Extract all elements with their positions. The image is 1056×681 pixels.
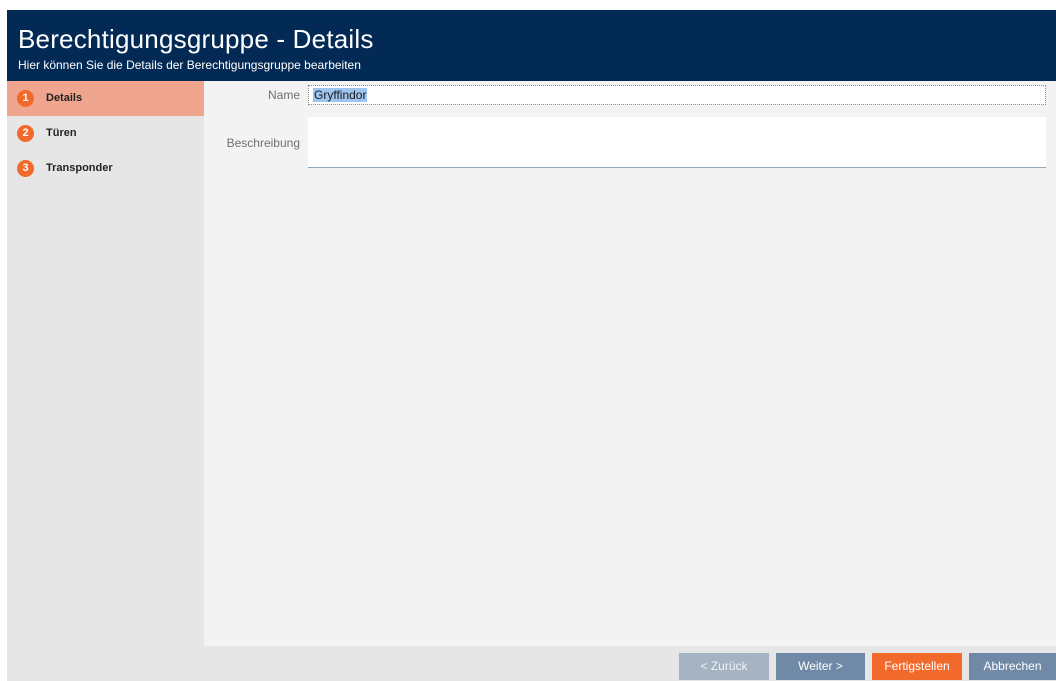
step-number-badge: 2 xyxy=(17,125,34,142)
wizard-steps-sidebar: 1 Details 2 Türen 3 Transponder xyxy=(7,81,211,646)
step-number-badge: 3 xyxy=(17,160,34,177)
step-transponder[interactable]: 3 Transponder xyxy=(7,151,204,186)
cancel-button[interactable]: Abbrechen xyxy=(969,653,1056,680)
dialog-footer: < Zurück Weiter > Fertigstellen Abbreche… xyxy=(7,646,1056,681)
step-tueren[interactable]: 2 Türen xyxy=(7,116,204,151)
name-label: Name xyxy=(267,88,300,102)
step-label: Details xyxy=(46,92,83,104)
description-label: Beschreibung xyxy=(226,136,300,150)
step-label: Türen xyxy=(46,127,77,139)
finish-button[interactable]: Fertigstellen xyxy=(872,653,962,680)
dialog-title: Berechtigungsgruppe - Details xyxy=(18,24,374,54)
back-button[interactable]: < Zurück xyxy=(679,653,769,680)
dialog-window: Berechtigungsgruppe - Details Hier könne… xyxy=(7,10,1056,681)
step-details[interactable]: 1 Details xyxy=(7,81,211,116)
dialog-header: Berechtigungsgruppe - Details Hier könne… xyxy=(7,10,1056,81)
description-input[interactable] xyxy=(308,117,1046,168)
step-label: Transponder xyxy=(46,162,113,174)
details-form: Name Gryffindor Beschreibung xyxy=(204,81,1056,646)
next-button[interactable]: Weiter > xyxy=(776,653,865,680)
name-input[interactable]: Gryffindor xyxy=(308,85,1046,105)
name-input-selected-text: Gryffindor xyxy=(313,88,368,102)
step-number-badge: 1 xyxy=(17,90,34,107)
dialog-subtitle: Hier können Sie die Details der Berechti… xyxy=(18,58,361,72)
